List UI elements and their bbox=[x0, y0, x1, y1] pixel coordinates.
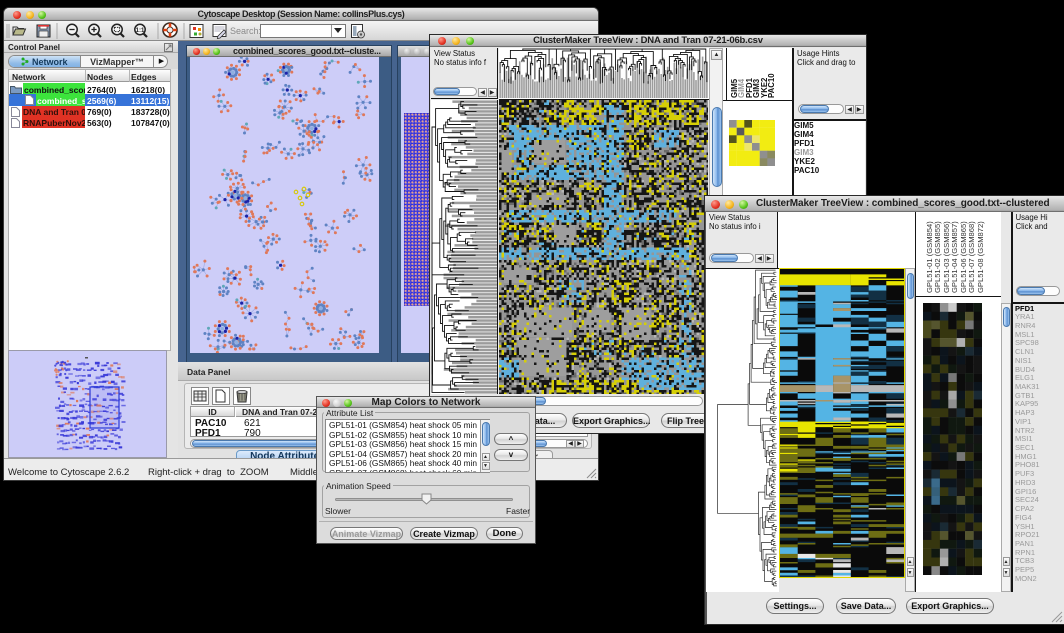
svg-text:1:1: 1:1 bbox=[136, 28, 145, 34]
